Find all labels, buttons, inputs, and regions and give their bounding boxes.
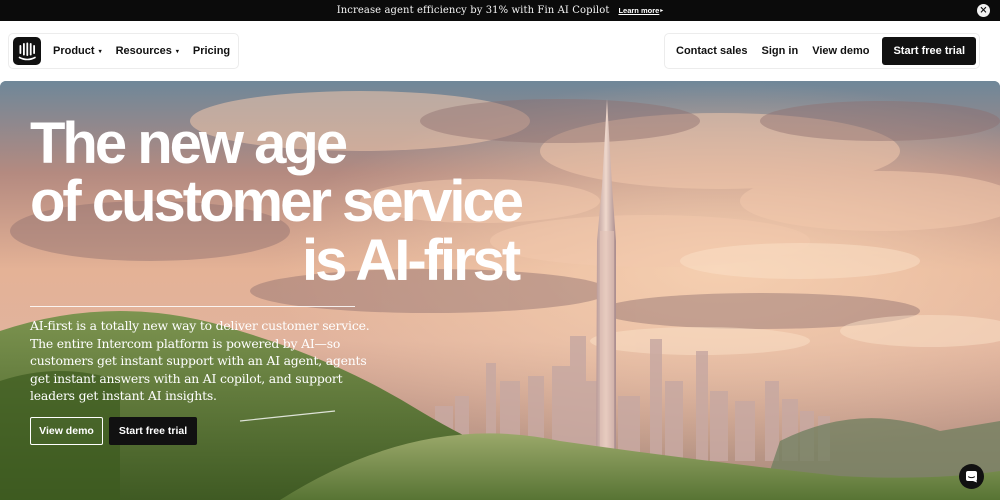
nav-pricing[interactable]: Pricing [193, 45, 230, 57]
nav-product[interactable]: Product ▾ [53, 45, 102, 57]
chevron-down-icon: ▾ [175, 48, 179, 55]
nav-resources[interactable]: Resources ▾ [116, 45, 179, 57]
nav-product-label: Product [53, 45, 95, 57]
learn-more-arrow-icon: ▸ [660, 7, 664, 14]
headline-line-1: The new age [30, 111, 348, 176]
headline-line-2: of customer service [30, 169, 524, 234]
messenger-launcher[interactable] [959, 464, 984, 489]
nav-left-group: Product ▾ Resources ▾ Pricing [8, 33, 240, 69]
nav-right-group: Contact sales Sign in View demo Start fr… [664, 33, 980, 69]
nav-resources-label: Resources [115, 45, 172, 57]
hero-description: AI-first is a totally new way to deliver… [30, 318, 370, 403]
hero-start-free-trial-button[interactable]: Start free trial [109, 417, 197, 445]
learn-more-link[interactable]: Learn more [618, 6, 659, 15]
chat-bubble-icon [966, 471, 977, 483]
contact-sales-link[interactable]: Contact sales [676, 45, 748, 57]
announcement-message: Increase agent efficiency by 31% with Fi… [336, 5, 610, 16]
hero-section: The new age of customer service is AI-fi… [0, 81, 1000, 500]
top-navigation: Product ▾ Resources ▾ Pricing Contact sa… [0, 21, 1000, 81]
view-demo-link[interactable]: View demo [812, 45, 869, 57]
start-free-trial-button[interactable]: Start free trial [882, 37, 976, 65]
announcement-bar: Increase agent efficiency by 31% with Fi… [0, 0, 1000, 21]
headline-line-3: is AI-first [302, 228, 521, 293]
intercom-logo-icon[interactable] [13, 37, 41, 65]
hero-divider [30, 306, 355, 307]
close-icon[interactable]: × [977, 4, 990, 17]
sign-in-link[interactable]: Sign in [762, 45, 799, 57]
chevron-down-icon: ▾ [98, 48, 102, 55]
nav-pricing-label: Pricing [192, 45, 231, 57]
view-demo-button[interactable]: View demo [30, 417, 103, 445]
